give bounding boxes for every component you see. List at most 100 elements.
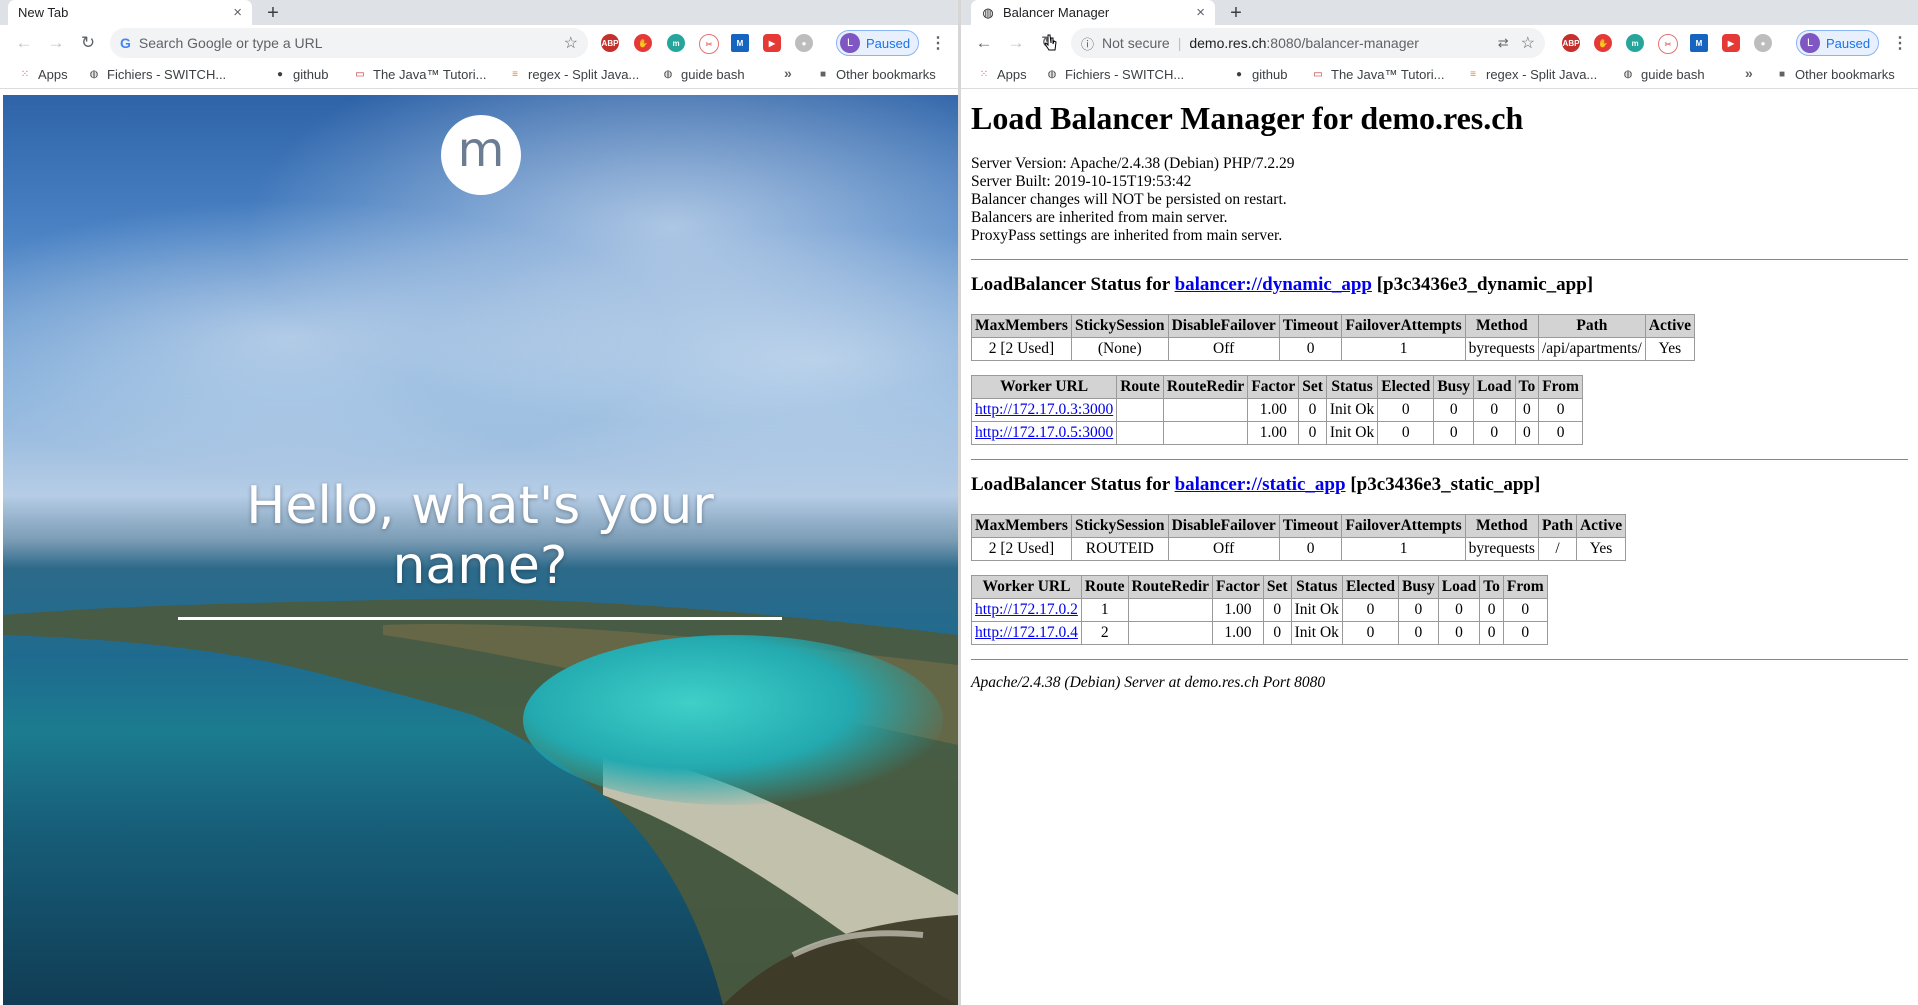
adblock-plus-icon[interactable]: ABP [1562, 34, 1580, 52]
bookmark-label: regex - Split Java... [1486, 67, 1598, 82]
bookmark-label: guide bash [1641, 67, 1705, 82]
new-tab-button[interactable]: + [262, 2, 284, 24]
apps-grid-icon: ⁙ [20, 69, 30, 80]
bookmarks-overflow-chevron-icon[interactable]: » [1745, 65, 1753, 81]
column-header: Timeout [1278, 514, 1343, 538]
worker-url-link[interactable]: http://172.17.0.4 [975, 624, 1078, 641]
table-cell [1127, 621, 1214, 645]
screenshot-extension-icon[interactable]: ✂ [699, 34, 719, 54]
close-icon[interactable]: × [233, 4, 242, 21]
balancer-heading: LoadBalancer Status for balancer://dynam… [971, 274, 1908, 296]
google-icon: G [120, 35, 131, 51]
server-built: Server Built: 2019-10-15T19:53:42 [971, 173, 1192, 190]
table-cell: 0 [1377, 421, 1435, 445]
avatar: L [1800, 33, 1820, 53]
menu-icon[interactable]: ⋮ [1892, 31, 1908, 55]
column-header: Load [1473, 375, 1516, 399]
bookmark-item[interactable]: ◍ Fichiers - SWITCH... [1045, 67, 1185, 82]
info-icon[interactable]: ⓘ [1081, 34, 1094, 53]
column-header: Timeout [1278, 314, 1343, 338]
close-icon[interactable]: × [1196, 4, 1205, 21]
omnibox[interactable]: G Search Google or type a URL ☆ [110, 28, 588, 58]
bookmark-item[interactable]: ● github [273, 67, 328, 82]
back-icon[interactable]: ← [12, 31, 36, 55]
balancer-link[interactable]: balancer://static_app [1175, 474, 1346, 495]
worker-table: Worker URL Route RouteRedir Factor Set Status… [971, 575, 1548, 645]
ublock-icon[interactable]: ✋ [634, 34, 652, 52]
bookmark-item[interactable]: ◍ Fichiers - SWITCH... [87, 67, 227, 82]
m-extension-icon[interactable]: M [731, 34, 749, 52]
star-icon[interactable]: ☆ [1521, 33, 1535, 53]
ublock-icon[interactable]: ✋ [1594, 34, 1612, 52]
tab-strip: ◍ Balancer Manager × + [961, 0, 1918, 25]
persist-note: Balancer changes will NOT be persisted o… [971, 191, 1287, 208]
star-icon[interactable]: ☆ [564, 33, 578, 53]
bookmarks-overflow-chevron-icon[interactable]: » [784, 65, 792, 81]
reload-icon[interactable]: ↻ [76, 31, 100, 55]
bookmark-item[interactable]: ≡ regex - Split Java... [508, 67, 639, 82]
table-cell: 0 [1473, 421, 1516, 445]
profile-button[interactable]: L Paused [836, 30, 920, 56]
back-icon[interactable]: ← [972, 31, 996, 55]
column-header: Method [1464, 314, 1539, 338]
screenshot-extension-icon[interactable]: ✂ [1658, 34, 1678, 54]
menu-icon[interactable]: ⋮ [930, 31, 946, 55]
extension-icon[interactable]: ● [1754, 34, 1772, 52]
bookmark-item[interactable]: ● github [1232, 67, 1287, 82]
omnibox[interactable]: ⓘ Not secure | demo.res.ch :8080/balance… [1071, 28, 1545, 58]
meet-extension-icon[interactable]: m [1626, 34, 1644, 52]
balancer-id: [p3c3436e3_static_app] [1345, 474, 1541, 495]
table-cell: 1 [1341, 337, 1466, 361]
column-header: Factor [1212, 575, 1264, 599]
worker-url-link[interactable]: http://172.17.0.3:3000 [975, 401, 1113, 418]
tab-new-tab[interactable]: New Tab × [8, 0, 252, 25]
m-extension-icon[interactable]: M [1690, 34, 1708, 52]
bookmark-item[interactable]: ▭ The Java™ Tutori... [353, 67, 486, 82]
bookmark-item[interactable]: ◍ guide bash [661, 67, 745, 82]
video-extension-icon[interactable]: ▶ [1722, 34, 1740, 52]
table-cell: Off [1167, 537, 1280, 561]
profile-button[interactable]: L Paused [1796, 30, 1880, 56]
table-cell: 2 [2 Used] [971, 337, 1072, 361]
meet-extension-icon[interactable]: m [667, 34, 685, 52]
table-cell: 1 [1341, 537, 1466, 561]
new-tab-button[interactable]: + [1225, 2, 1247, 24]
forward-icon[interactable]: → [44, 31, 68, 55]
column-header: Path [1537, 514, 1577, 538]
table-cell: 0 [1502, 621, 1548, 645]
table-cell: 0 [1262, 598, 1292, 622]
bookmark-item[interactable]: ▭ The Java™ Tutori... [1311, 67, 1444, 82]
bookmark-apps[interactable]: ⁙ Apps [977, 67, 1027, 82]
worker-url-link[interactable]: http://172.17.0.2 [975, 601, 1078, 618]
divider [971, 659, 1908, 660]
tab-balancer-manager[interactable]: ◍ Balancer Manager × [971, 0, 1215, 25]
avatar: L [840, 33, 860, 53]
oracle-icon: ▭ [355, 69, 365, 80]
table-cell: 0 [1341, 598, 1400, 622]
worker-url-link[interactable]: http://172.17.0.5:3000 [975, 424, 1113, 441]
bookmark-label: github [1252, 67, 1288, 82]
bookmark-item[interactable]: ◍ guide bash [1621, 67, 1705, 82]
other-bookmarks[interactable]: ■ Other bookmarks [1775, 67, 1895, 82]
column-header: Route [1116, 375, 1164, 399]
name-input[interactable] [178, 617, 782, 620]
tab-title: New Tab [18, 5, 69, 20]
table-cell: 2 [2 Used] [971, 537, 1072, 561]
bookmark-label: github [293, 67, 329, 82]
video-extension-icon[interactable]: ▶ [763, 34, 781, 52]
table-cell: 0 [1298, 421, 1327, 445]
adblock-plus-icon[interactable]: ABP [601, 34, 619, 52]
table-cell: http://172.17.0.3:3000 [970, 398, 1118, 422]
extension-icon[interactable]: ● [795, 34, 813, 52]
balancer-link[interactable]: balancer://dynamic_app [1175, 274, 1372, 295]
other-bookmarks[interactable]: ■ Other bookmarks [816, 67, 936, 82]
table-cell: 0 [1502, 598, 1548, 622]
table-cell: ROUTEID [1070, 537, 1169, 561]
inherit-note: Balancers are inherited from main server… [971, 209, 1228, 226]
bookmark-apps[interactable]: ⁙ Apps [18, 67, 68, 82]
stackoverflow-icon: ≡ [1470, 69, 1476, 80]
column-header: Worker URL [971, 575, 1082, 599]
forward-icon[interactable]: → [1004, 31, 1028, 55]
translate-icon[interactable]: ⇄ [1498, 35, 1509, 51]
bookmark-item[interactable]: ≡ regex - Split Java... [1466, 67, 1597, 82]
